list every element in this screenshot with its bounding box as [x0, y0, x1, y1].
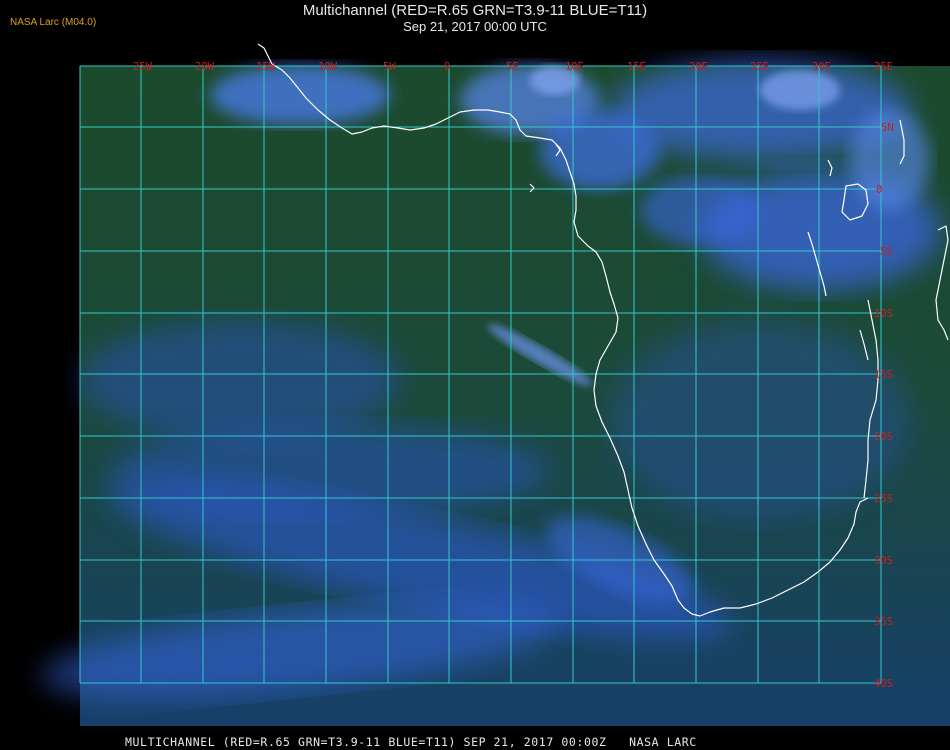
lon-label-30e: 30E — [812, 61, 831, 73]
lon-label-0: 0 — [444, 61, 450, 73]
lon-label-5e: 5E — [506, 61, 519, 73]
lon-label-25e: 25E — [750, 61, 769, 73]
lon-label-10e: 10E — [565, 61, 584, 73]
lat-label-5s: 5S — [880, 246, 893, 258]
producer-label: NASA Larc (M04.0) — [10, 17, 97, 28]
satellite-map: 25W 20W 15W 10W 5W 0 5E 10E 15E 20E 25E … — [41, 43, 950, 726]
image-title: Multichannel (RED=R.65 GRN=T3.9-11 BLUE=… — [302, 2, 648, 19]
lon-label-10w: 10W — [318, 61, 338, 73]
lon-label-20e: 20E — [689, 61, 708, 73]
lat-label-30s: 30S — [874, 555, 893, 567]
lon-label-5w: 5W — [383, 61, 396, 73]
lat-label-15s: 15S — [874, 369, 893, 381]
lon-label-15w: 15W — [256, 61, 276, 73]
lat-label-35s: 35S — [874, 616, 893, 628]
lon-label-25w: 25W — [133, 61, 153, 73]
lon-label-15e: 15E — [627, 61, 646, 73]
lat-label-25s: 25S — [874, 493, 893, 505]
lon-label-35e: 35E — [874, 61, 893, 73]
footer-caption: MULTICHANNEL (RED=R.65 GRN=T3.9-11 BLUE=… — [125, 735, 697, 749]
lat-label-10s: 10S — [874, 308, 893, 320]
lat-label-5n: 5N — [881, 122, 894, 134]
lat-label-20s: 20S — [874, 431, 893, 443]
image-timestamp: Sep 21, 2017 00:00 UTC — [403, 19, 547, 34]
lon-label-20w: 20W — [195, 61, 215, 73]
lat-label-0: 0 — [876, 184, 882, 196]
lat-label-40s: 40S — [874, 678, 893, 690]
